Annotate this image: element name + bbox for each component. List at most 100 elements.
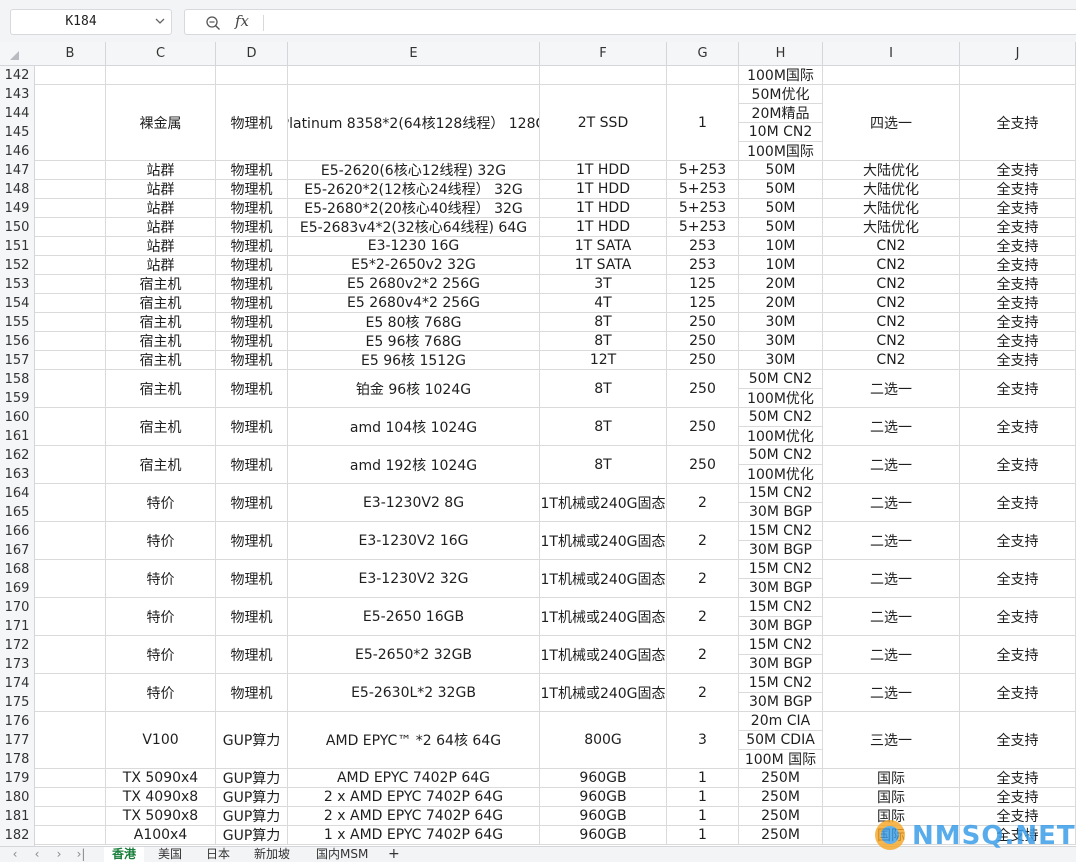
cell-d[interactable]: 物理机 [216,218,288,237]
cell-e[interactable]: E5-2630L*2 32GB [288,674,540,712]
column-header-h[interactable]: H [739,42,823,65]
cell-c[interactable]: 宿主机 [106,446,216,484]
sheet-tab[interactable]: 日本 [198,847,238,862]
cell-c[interactable]: TX 5090x8 [106,807,216,826]
cell-h[interactable]: 30M [739,351,823,370]
cell-g[interactable]: 253 [667,237,739,256]
column-header-c[interactable]: C [106,42,216,65]
cell-e[interactable]: E5-2650*2 32GB [288,636,540,674]
cell-h[interactable]: 20M精品 [739,104,823,123]
row-header[interactable]: 144 [0,104,34,123]
row-header[interactable]: 177 [0,731,34,750]
cell-j[interactable]: 全支持 [960,256,1076,275]
cell-h[interactable]: 15M CN2 [739,484,823,503]
cell-f[interactable]: 1T HDD [540,218,667,237]
row-header[interactable]: 159 [0,389,34,408]
cell-j[interactable]: 全支持 [960,85,1076,161]
cell-e[interactable]: Platinum 8358*2(64核128线程） 128G [288,85,540,161]
first-sheet-button[interactable]: ‹ [8,847,22,862]
cell-d[interactable]: 物理机 [216,446,288,484]
cell-b[interactable] [35,199,106,218]
row-header[interactable]: 167 [0,541,34,560]
row-header[interactable]: 146 [0,142,34,161]
column-header-f[interactable]: F [540,42,667,65]
cell-h[interactable]: 100M优化 [739,465,823,484]
cell-f[interactable]: 1T机械或240G固态 [540,598,667,636]
row-header[interactable]: 174 [0,674,34,693]
cell-g[interactable]: 250 [667,446,739,484]
cell-j[interactable]: 全支持 [960,674,1076,712]
cell-g[interactable]: 250 [667,313,739,332]
row-header[interactable]: 176 [0,712,34,731]
cell-g[interactable]: 1 [667,826,739,845]
row-header[interactable]: 180 [0,788,34,807]
cell-i[interactable]: 二选一 [823,598,960,636]
cell-f[interactable]: 3T [540,275,667,294]
row-header[interactable]: 162 [0,446,34,465]
column-header-e[interactable]: E [288,42,540,65]
cell-e[interactable]: E3-1230 16G [288,237,540,256]
row-header[interactable]: 181 [0,807,34,826]
sheet-tab[interactable]: 香港 [104,847,145,862]
cell-h[interactable]: 50M CDIA [739,731,823,750]
cell-d[interactable] [216,66,288,85]
cell-i[interactable]: 大陆优化 [823,199,960,218]
cell-b[interactable] [35,769,106,788]
cell-f[interactable]: 1T HDD [540,180,667,199]
cell-g[interactable]: 2 [667,484,739,522]
cell-b[interactable] [35,598,106,636]
cell-h[interactable]: 15M CN2 [739,560,823,579]
cell-h[interactable]: 100M国际 [739,142,823,161]
add-sheet-icon[interactable]: + [388,846,400,862]
cell-e[interactable]: 1 x AMD EPYC 7402P 64G [288,826,540,845]
cell-h[interactable]: 50M优化 [739,85,823,104]
cell-f[interactable] [540,66,667,85]
cell-b[interactable] [35,807,106,826]
column-header-d[interactable]: D [216,42,288,65]
cell-c[interactable] [106,66,216,85]
row-header[interactable]: 166 [0,522,34,541]
cell-i[interactable]: 国际 [823,788,960,807]
cell-g[interactable]: 2 [667,674,739,712]
cell-d[interactable]: 物理机 [216,636,288,674]
cell-f[interactable]: 1T HDD [540,199,667,218]
row-header[interactable]: 165 [0,503,34,522]
cell-c[interactable]: 站群 [106,256,216,275]
cell-d[interactable]: 物理机 [216,560,288,598]
cell-f[interactable]: 1T机械或240G固态 [540,560,667,598]
cell-g[interactable]: 2 [667,522,739,560]
cell-f[interactable]: 1T HDD [540,161,667,180]
row-header[interactable]: 149 [0,199,34,218]
cell-c[interactable]: 站群 [106,161,216,180]
cell-b[interactable] [35,85,106,161]
cell-d[interactable]: 物理机 [216,313,288,332]
cell-j[interactable]: 全支持 [960,294,1076,313]
row-header[interactable]: 178 [0,750,34,769]
prev-sheet-button[interactable]: ‹ [30,847,44,862]
cell-e[interactable]: E3-1230V2 8G [288,484,540,522]
cell-j[interactable]: 全支持 [960,180,1076,199]
cell-e[interactable]: E5 96核 1512G [288,351,540,370]
cell-c[interactable]: 宿主机 [106,313,216,332]
cell-i[interactable]: CN2 [823,332,960,351]
sheet-tab[interactable]: 美国 [150,847,190,862]
cell-f[interactable]: 8T [540,370,667,408]
cell-e[interactable]: E5-2683v4*2(32核心64线程) 64G [288,218,540,237]
cell-j[interactable] [960,66,1076,85]
cell-f[interactable]: 960GB [540,769,667,788]
cell-c[interactable]: 特价 [106,636,216,674]
cell-d[interactable]: GUP算力 [216,826,288,845]
row-header[interactable]: 156 [0,332,34,351]
row-header[interactable]: 143 [0,85,34,104]
cell-i[interactable] [823,66,960,85]
name-box-cell-ref[interactable]: K184 [11,14,151,29]
cell-d[interactable]: GUP算力 [216,712,288,769]
cell-h[interactable]: 30M BGP [739,655,823,674]
cell-g[interactable]: 250 [667,351,739,370]
cell-h[interactable]: 10M [739,237,823,256]
cell-h[interactable]: 15M CN2 [739,636,823,655]
cell-h[interactable]: 10M [739,256,823,275]
cell-g[interactable]: 253 [667,256,739,275]
cell-j[interactable]: 全支持 [960,313,1076,332]
cell-i[interactable]: CN2 [823,294,960,313]
